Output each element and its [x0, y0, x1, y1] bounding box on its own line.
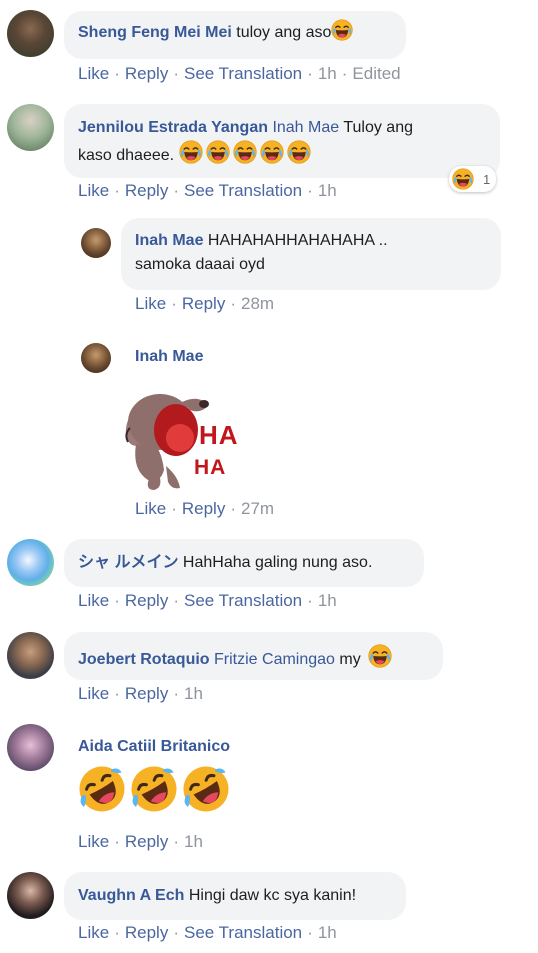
commenter-name[interactable]: Jennilou Estrada Yangan	[78, 119, 268, 136]
timestamp[interactable]: 1h	[318, 181, 337, 200]
rofl-emoji-icon	[130, 765, 178, 813]
avatar[interactable]	[81, 228, 111, 258]
comment-actions: Like · Reply · 1h	[78, 684, 203, 703]
comment-actions: Like · Reply · 1h	[78, 832, 203, 851]
sticker-text: HA	[199, 420, 239, 450]
rofl-emoji-icon	[182, 765, 230, 813]
comment-text: Hingi daw kc sya kanin!	[188, 887, 357, 904]
timestamp[interactable]: 1h	[318, 923, 337, 942]
comment-actions: Like · Reply · See Translation · 1h	[78, 923, 337, 942]
comment-text-line1: HAHAHAHHAHAHAHA ..	[207, 232, 388, 249]
like-button[interactable]: Like	[78, 923, 109, 942]
avatar[interactable]	[7, 104, 54, 151]
commenter-name[interactable]: Inah Mae	[135, 232, 203, 249]
comment-text-line2: samoka daaai oyd	[135, 256, 265, 273]
reaction-count: 1	[483, 171, 491, 187]
like-button[interactable]: Like	[78, 684, 109, 703]
haha-reaction-icon	[452, 168, 474, 190]
laughing-emoji-icon	[260, 140, 284, 164]
timestamp[interactable]: 1h	[184, 832, 203, 851]
laughing-emoji-icon	[206, 140, 230, 164]
reply-button[interactable]: Reply	[125, 591, 168, 610]
timestamp[interactable]: 1h	[318, 64, 337, 83]
comment-bubble: シャ ルメイン HahHaha galing nung aso.	[64, 539, 424, 587]
comment-bubble: Sheng Feng Mei Mei tuloy ang aso	[64, 11, 406, 59]
comment-actions: Like · Reply · 27m	[135, 499, 275, 518]
comment-text-line1: Tuloy ang	[343, 119, 413, 136]
reply-button[interactable]: Reply	[125, 832, 168, 851]
comment-text: HahHaha galing nung aso.	[182, 554, 373, 571]
like-button[interactable]: Like	[78, 181, 109, 200]
comment-text: tuloy ang aso	[236, 24, 332, 41]
laughing-emoji-icon	[233, 140, 257, 164]
comment-actions: Like · Reply · See Translation · 1h	[78, 591, 337, 610]
comment-bubble: Joebert Rotaquio Fritzie Camingao my	[64, 632, 443, 680]
like-button[interactable]: Like	[78, 832, 109, 851]
see-translation-link[interactable]: See Translation	[184, 923, 302, 942]
comment-bubble: Vaughn A Ech Hingi daw kc sya kanin!	[64, 872, 406, 920]
comment-actions: Like · Reply · 28m	[135, 294, 275, 313]
laughing-emoji-icon	[179, 140, 203, 164]
see-translation-link[interactable]: See Translation	[184, 64, 302, 83]
avatar[interactable]	[7, 10, 54, 57]
edited-label[interactable]: Edited	[352, 64, 400, 83]
avatar[interactable]	[7, 632, 54, 679]
timestamp[interactable]: 1h	[184, 684, 203, 703]
reply-button[interactable]: Reply	[182, 294, 225, 313]
like-button[interactable]: Like	[78, 64, 109, 83]
like-button[interactable]: Like	[135, 499, 166, 518]
commenter-name[interactable]: Aida Catiil Britanico	[78, 738, 230, 756]
avatar[interactable]	[7, 724, 54, 771]
see-translation-link[interactable]: See Translation	[184, 591, 302, 610]
avatar[interactable]	[7, 539, 54, 586]
comment-actions: Like · Reply · See Translation · 1h	[78, 181, 337, 200]
mention-link[interactable]: Fritzie Camingao	[214, 651, 335, 668]
reply-button[interactable]: Reply	[125, 181, 168, 200]
commenter-name[interactable]: Sheng Feng Mei Mei	[78, 24, 232, 41]
see-translation-link[interactable]: See Translation	[184, 181, 302, 200]
commenter-name[interactable]: シャ ルメイン	[78, 554, 178, 571]
comment-text-line2: kaso dhaeee.	[78, 147, 175, 164]
avatar[interactable]	[7, 872, 54, 919]
timestamp[interactable]: 1h	[318, 591, 337, 610]
timestamp[interactable]: 27m	[241, 499, 274, 518]
laughing-emoji-icon	[368, 644, 392, 668]
timestamp[interactable]: 28m	[241, 294, 274, 313]
sticker[interactable]: HA HA	[120, 384, 240, 494]
emoji-row	[78, 765, 238, 815]
avatar[interactable]	[81, 343, 111, 373]
reply-button[interactable]: Reply	[182, 499, 225, 518]
like-button[interactable]: Like	[135, 294, 166, 313]
mention-link[interactable]: Inah Mae	[272, 119, 339, 136]
commenter-name[interactable]: Vaughn A Ech	[78, 887, 184, 904]
reply-bubble: Inah Mae HAHAHAHHAHAHAHA .. samoka daaai…	[121, 218, 501, 290]
sticker-text: HA	[194, 456, 227, 479]
like-button[interactable]: Like	[78, 591, 109, 610]
reply-button[interactable]: Reply	[125, 923, 168, 942]
comment-actions: Like · Reply · See Translation · 1h · Edited	[78, 64, 401, 83]
reply-button[interactable]: Reply	[125, 684, 168, 703]
commenter-name[interactable]: Joebert Rotaquio	[78, 651, 210, 668]
commenter-name[interactable]: Inah Mae	[135, 348, 203, 366]
comment-bubble: Jennilou Estrada Yangan Inah Mae Tuloy a…	[64, 104, 500, 178]
laughing-emoji-icon	[287, 140, 311, 164]
laughing-emoji-icon	[331, 19, 353, 41]
reaction-summary[interactable]: 1	[449, 166, 497, 192]
rofl-emoji-icon	[78, 765, 126, 813]
reply-button[interactable]: Reply	[125, 64, 168, 83]
comment-text: my	[339, 651, 361, 668]
